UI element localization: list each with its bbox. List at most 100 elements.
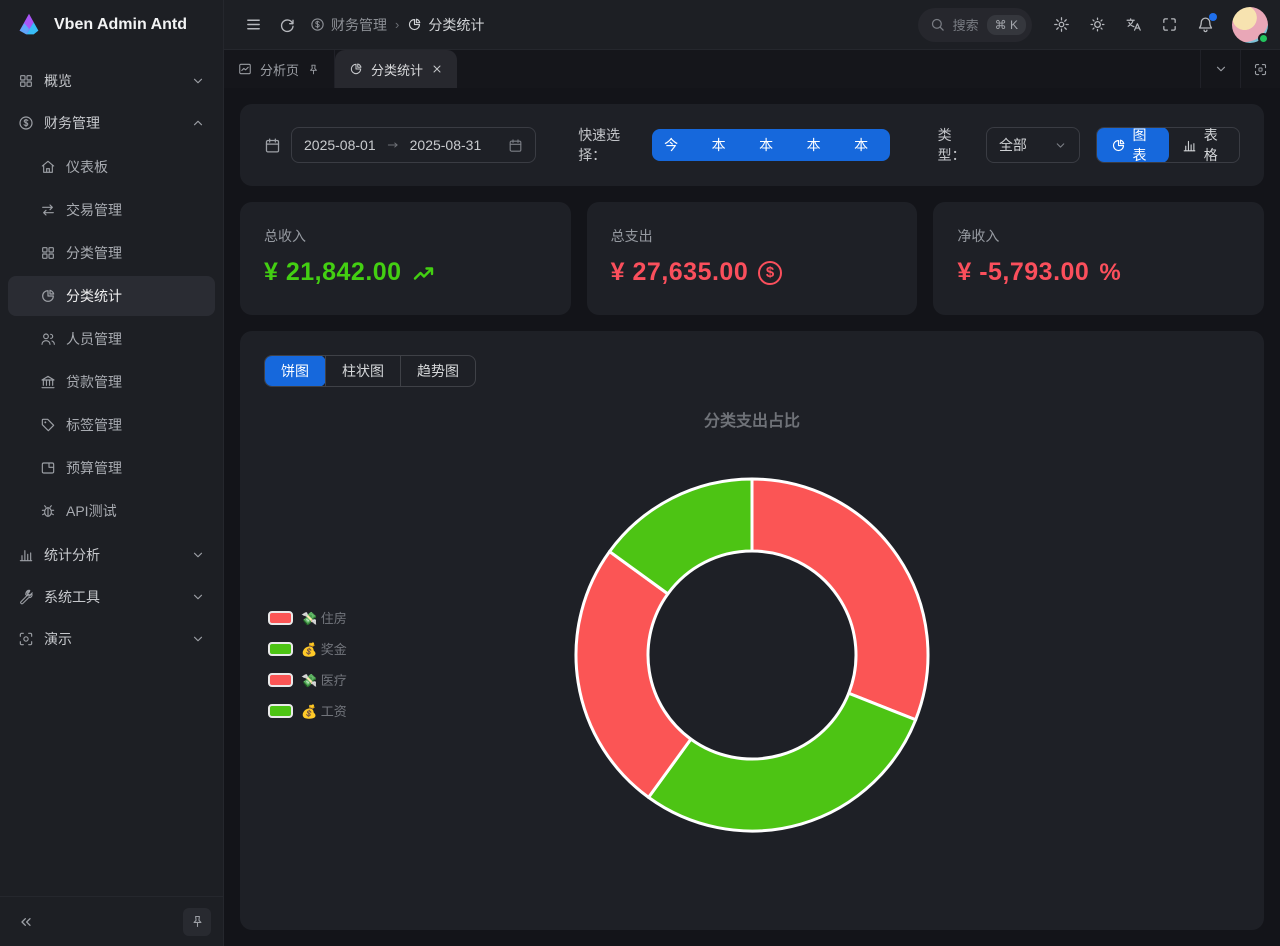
filter-bar: 2025-08-01 2025-08-31 快速选择： 今天 本周 本月 本季 … <box>240 104 1264 186</box>
chevron-down-icon <box>191 590 205 604</box>
sidebar-item-budget[interactable]: 预算管理 <box>8 448 215 488</box>
sidebar: Vben Admin Antd 概览 财务管理 仪表板 交易管理 分类管理 分类… <box>0 0 224 946</box>
breadcrumb-item-finance[interactable]: 财务管理 <box>310 15 387 35</box>
fullscreen-button[interactable] <box>1152 8 1186 42</box>
wrench-icon <box>18 589 34 605</box>
sidebar-item-label: 统计分析 <box>44 545 181 565</box>
menu-toggle-button[interactable] <box>236 8 270 42</box>
swap-icon <box>40 202 56 218</box>
stat-label: 总收入 <box>264 226 547 246</box>
sidebar-item-loans[interactable]: 贷款管理 <box>8 362 215 402</box>
sun-icon <box>1089 16 1106 33</box>
sidebar-item-demo[interactable]: 演示 <box>8 618 215 660</box>
chart-panel: 饼图 柱状图 趋势图 分类支出占比 💸 住房 💰 奖金 💸 医疗 💰 工资 <box>240 331 1264 930</box>
gear-icon <box>1053 16 1070 33</box>
stat-amount: ¥ -5,793.00 <box>957 258 1089 287</box>
donut-chart-area[interactable] <box>562 465 942 845</box>
pin-icon <box>190 914 205 929</box>
quick-btn-today[interactable]: 今天 <box>652 129 699 161</box>
settings-button[interactable] <box>1044 8 1078 42</box>
stat-amount: ¥ 27,635.00 <box>611 258 749 287</box>
sidebar-item-api-test[interactable]: API测试 <box>8 491 215 531</box>
sidebar-nav: 概览 财务管理 仪表板 交易管理 分类管理 分类统计 人员管理 <box>0 50 223 896</box>
sidebar-item-label: 人员管理 <box>66 329 122 349</box>
breadcrumb-separator: › <box>395 17 399 32</box>
pin-icon[interactable] <box>307 63 320 76</box>
date-end-value[interactable]: 2025-08-31 <box>410 137 482 153</box>
chart-tab-trend[interactable]: 趋势图 <box>400 356 475 386</box>
pie-chart-icon <box>1111 138 1126 153</box>
chevron-down-icon <box>1054 139 1067 152</box>
sidebar-item-finance[interactable]: 财务管理 <box>8 102 215 144</box>
notifications-button[interactable] <box>1188 8 1222 42</box>
view-table-label: 表格 <box>1204 127 1225 163</box>
chart-tab-bar[interactable]: 柱状图 <box>325 356 400 386</box>
bar-chart-icon <box>1182 138 1197 153</box>
legend-marker <box>268 673 293 687</box>
bar-chart-icon <box>18 547 34 563</box>
legend-label: 💰 奖金 <box>301 639 347 658</box>
quick-select-group: 今天 本周 本月 本季 本年 <box>652 129 889 161</box>
chevron-down-icon <box>191 632 205 646</box>
legend-item-bonus[interactable]: 💰 奖金 <box>268 639 347 658</box>
sidebar-footer <box>0 896 223 946</box>
search-shortcut-badge: ⌘ K <box>987 15 1026 35</box>
refresh-icon <box>279 17 295 33</box>
hamburger-menu-icon <box>245 16 262 33</box>
sidebar-item-category-stats[interactable]: 分类统计 <box>8 276 215 316</box>
legend-item-medical[interactable]: 💸 医疗 <box>268 670 347 689</box>
chevron-down-icon <box>191 548 205 562</box>
legend-marker <box>268 611 293 625</box>
breadcrumb-item-category-stats[interactable]: 分类统计 <box>407 15 484 35</box>
donut-chart <box>562 465 942 845</box>
dollar-circle-icon: $ <box>758 261 782 285</box>
tab-list-dropdown-button[interactable] <box>1200 50 1240 88</box>
sidebar-item-transactions[interactable]: 交易管理 <box>8 190 215 230</box>
legend-item-housing[interactable]: 💸 住房 <box>268 608 347 627</box>
sidebar-item-statistics[interactable]: 统计分析 <box>8 534 215 576</box>
search-input[interactable]: 搜索 ⌘ K <box>918 8 1032 42</box>
view-table-button[interactable]: 表格 <box>1168 128 1239 162</box>
theme-toggle-button[interactable] <box>1080 8 1114 42</box>
users-icon <box>40 331 56 347</box>
tab-analysis[interactable]: 分析页 <box>224 50 335 88</box>
sidebar-collapse-button[interactable] <box>12 908 40 936</box>
tab-bar-controls <box>1200 50 1280 88</box>
quick-btn-quarter[interactable]: 本季 <box>795 129 842 161</box>
quick-btn-month[interactable]: 本月 <box>747 129 794 161</box>
quick-btn-week[interactable]: 本周 <box>700 129 747 161</box>
header-actions: 搜索 ⌘ K <box>918 7 1268 43</box>
translate-icon <box>1125 16 1142 33</box>
quick-btn-year[interactable]: 本年 <box>842 129 889 161</box>
content-maximize-button[interactable] <box>1240 50 1280 88</box>
language-button[interactable] <box>1116 8 1150 42</box>
close-icon[interactable] <box>431 63 443 75</box>
sidebar-item-label: 预算管理 <box>66 458 122 478</box>
trend-up-icon <box>412 261 436 285</box>
sidebar-item-members[interactable]: 人员管理 <box>8 319 215 359</box>
type-select[interactable]: 全部 <box>986 127 1080 163</box>
legend-item-salary[interactable]: 💰 工资 <box>268 701 347 720</box>
notification-dot <box>1209 13 1217 21</box>
sidebar-item-label: 分类统计 <box>66 286 122 306</box>
view-chart-button[interactable]: 图表 <box>1096 127 1169 163</box>
dollar-circle-icon <box>310 17 325 32</box>
refresh-button[interactable] <box>270 8 304 42</box>
chart-tab-pie[interactable]: 饼图 <box>264 355 326 387</box>
date-start-value[interactable]: 2025-08-01 <box>304 137 376 153</box>
sidebar-item-overview[interactable]: 概览 <box>8 60 215 102</box>
tab-category-stats[interactable]: 分类统计 <box>335 50 457 88</box>
sidebar-item-label: API测试 <box>66 501 117 521</box>
chart-type-tabs: 饼图 柱状图 趋势图 <box>264 355 476 387</box>
sidebar-item-dashboard[interactable]: 仪表板 <box>8 147 215 187</box>
sidebar-item-system-tools[interactable]: 系统工具 <box>8 576 215 618</box>
sidebar-item-categories[interactable]: 分类管理 <box>8 233 215 273</box>
logo-row[interactable]: Vben Admin Antd <box>0 0 223 50</box>
pie-chart-icon <box>40 288 56 304</box>
sidebar-pin-button[interactable] <box>183 908 211 936</box>
search-placeholder: 搜索 <box>953 15 979 34</box>
sidebar-item-label: 概览 <box>44 71 181 91</box>
sidebar-item-tags[interactable]: 标签管理 <box>8 405 215 445</box>
user-avatar[interactable] <box>1232 7 1268 43</box>
date-range-input[interactable]: 2025-08-01 2025-08-31 <box>291 127 536 163</box>
